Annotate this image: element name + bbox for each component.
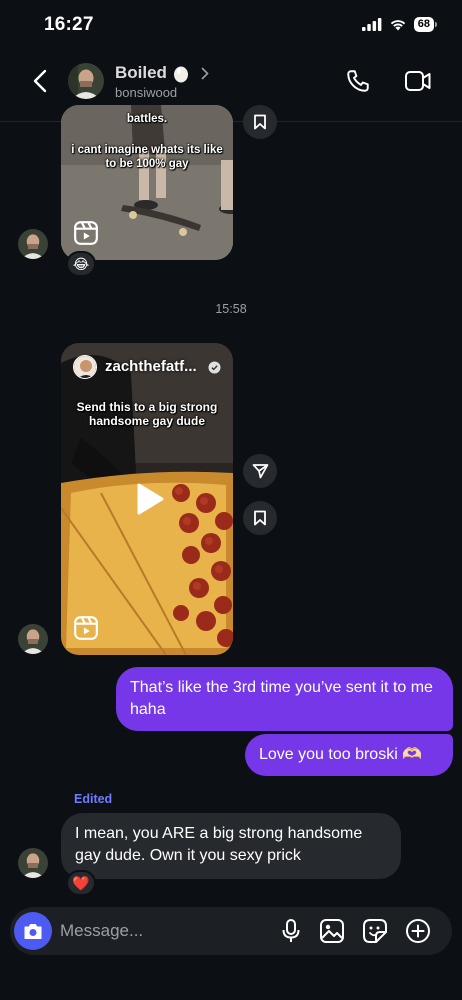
- phone-icon: [347, 70, 369, 92]
- contact-avatar[interactable]: [68, 63, 104, 99]
- back-button[interactable]: [26, 66, 54, 96]
- reel-2-caption: Send this to a big strong handsome gay d…: [76, 400, 218, 428]
- reel-2-share-button[interactable]: [243, 454, 277, 488]
- message-timestamp: 15:58: [215, 302, 247, 316]
- sender-avatar[interactable]: [18, 848, 48, 878]
- contact-username: bonsiwood: [115, 85, 178, 100]
- battery-icon: 68: [413, 17, 438, 32]
- sticker-button[interactable]: [361, 917, 389, 945]
- message-input[interactable]: [60, 919, 260, 943]
- back-icon: [33, 69, 47, 93]
- reel-1-caption-partial: battles.: [126, 113, 168, 125]
- voice-message-button[interactable]: [277, 917, 305, 945]
- contact-name-text: Boiled: [115, 63, 167, 82]
- reel-2-save-button[interactable]: [243, 501, 277, 535]
- status-icons: 68: [361, 17, 438, 32]
- reel-1-save-button[interactable]: [243, 105, 277, 139]
- verified-badge-icon: [208, 361, 221, 374]
- more-options-button[interactable]: [404, 917, 432, 945]
- send-icon: [252, 464, 268, 479]
- contact-name[interactable]: Boiled: [115, 63, 209, 83]
- bookmark-icon: [254, 510, 266, 526]
- play-icon[interactable]: [135, 483, 165, 515]
- bookmark-icon: [254, 114, 266, 130]
- egg-icon: [173, 66, 188, 82]
- reels-icon: [74, 616, 98, 640]
- shared-reel-2[interactable]: zachthefatf... Send this to a big strong…: [61, 343, 233, 655]
- status-bar: 16:27 68: [0, 0, 462, 52]
- plus-icon: [406, 919, 430, 943]
- camera-icon: [24, 923, 42, 939]
- sticker-icon: [363, 919, 387, 943]
- chevron-right-icon: [201, 67, 209, 79]
- video-camera-icon: [405, 71, 431, 91]
- reel-2-author: zachthefatf...: [105, 358, 197, 375]
- status-time: 16:27: [44, 14, 94, 35]
- sender-avatar[interactable]: [18, 624, 48, 654]
- signal-icon: [361, 18, 382, 31]
- edited-label: Edited: [74, 792, 113, 806]
- reel-1-caption: i cant imagine whats its like to be 100%…: [71, 144, 223, 170]
- incoming-message-reaction[interactable]: ❤️: [66, 870, 96, 896]
- gallery-icon: [320, 919, 344, 943]
- video-call-button[interactable]: [404, 68, 432, 94]
- microphone-icon: [282, 919, 300, 942]
- sender-avatar[interactable]: [18, 229, 48, 259]
- camera-button[interactable]: [14, 912, 52, 950]
- audio-call-button[interactable]: [345, 68, 371, 94]
- message-composer: [10, 907, 452, 955]
- wifi-icon: [390, 20, 405, 31]
- gallery-button[interactable]: [318, 917, 346, 945]
- reel-2-author-avatar: [73, 355, 97, 379]
- reel-1-reaction[interactable]: 😂: [66, 251, 96, 277]
- reels-icon: [74, 221, 98, 245]
- outgoing-message[interactable]: That’s like the 3rd time you’ve sent it …: [116, 667, 453, 731]
- outgoing-message[interactable]: Love you too broski 🫶🏻: [245, 734, 453, 776]
- shared-reel-1[interactable]: battles. i cant imagine whats its like t…: [61, 105, 233, 260]
- incoming-message[interactable]: I mean, you ARE a big strong handsome ga…: [61, 813, 401, 879]
